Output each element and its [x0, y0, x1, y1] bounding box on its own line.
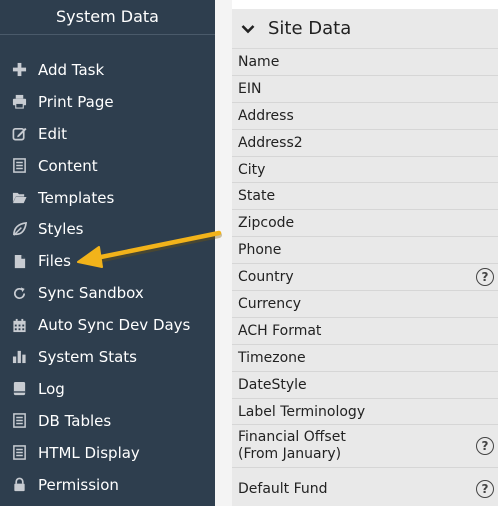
sidebar-item-print-page[interactable]: Print Page [0, 86, 215, 118]
field-label: ACH Format [238, 322, 322, 339]
field-label: Address2 [238, 134, 303, 151]
sidebar-item-permission[interactable]: Permission [0, 469, 215, 501]
field-label: Timezone [238, 349, 306, 366]
sidebar-item-html-display[interactable]: HTML Display [0, 437, 215, 469]
field-row-address2: Address2 [232, 130, 498, 157]
document-list-icon [11, 445, 27, 461]
field-row-ein: EIN [232, 76, 498, 103]
sidebar-item-label: Add Task [38, 60, 105, 79]
panel-header[interactable]: Site Data [232, 9, 498, 49]
sidebar-item-files[interactable]: Files [0, 245, 215, 277]
sidebar-item-label: HTML Display [38, 443, 140, 462]
chevron-down-icon [241, 24, 255, 33]
printer-icon [11, 94, 27, 110]
field-row-country: Country ? [232, 264, 498, 292]
sidebar-item-label: DB Tables [38, 411, 112, 430]
field-label: Zipcode [238, 215, 295, 232]
sidebar-item-label: Content [38, 156, 98, 175]
sidebar-item-label: Sync Sandbox [38, 284, 144, 303]
file-icon [11, 253, 27, 269]
document-list-icon [11, 413, 27, 429]
folder-open-icon [11, 190, 27, 206]
field-label: Currency [238, 295, 302, 312]
field-row-financial-offset: Financial Offset (From January) ? [232, 425, 498, 469]
sidebar-item-log[interactable]: Log [0, 373, 215, 405]
site-data-panel: Site Data Name EIN Address Address2 City… [232, 9, 498, 506]
sidebar-item-db-tables[interactable]: DB Tables [0, 405, 215, 437]
sidebar-item-label: Print Page [38, 92, 114, 111]
help-icon[interactable]: ? [476, 268, 494, 287]
sidebar-item-sync-sandbox[interactable]: Sync Sandbox [0, 277, 215, 309]
document-list-icon [11, 158, 27, 174]
field-row-zipcode: Zipcode [232, 210, 498, 238]
field-label: Label Terminology [238, 403, 366, 420]
help-icon[interactable]: ? [476, 480, 494, 499]
field-row-name: Name [232, 49, 498, 76]
field-row-state: State [232, 183, 498, 211]
field-label: Default Fund [238, 481, 328, 498]
field-label: Financial Offset (From January) [238, 429, 346, 463]
sidebar-item-label: Templates [38, 188, 115, 207]
field-row-ach-format: ACH Format [232, 318, 498, 345]
sidebar-item-styles[interactable]: Styles [0, 213, 215, 245]
leaf-icon [11, 221, 27, 237]
field-row-timezone: Timezone [232, 345, 498, 372]
sidebar-item-edit[interactable]: Edit [0, 118, 215, 150]
field-row-default-fund: Default Fund ? [232, 468, 498, 506]
field-label: Name [238, 53, 280, 70]
field-label: EIN [238, 80, 262, 97]
field-label: Phone [238, 242, 282, 259]
sidebar-item-templates[interactable]: Templates [0, 182, 215, 214]
sidebar-item-label: Auto Sync Dev Days [38, 316, 191, 335]
sidebar-item-auto-sync-dev-days[interactable]: Auto Sync Dev Days [0, 309, 215, 341]
field-label: City [238, 161, 266, 178]
sidebar-menu: Add Task Print Page Edit Content Templat [0, 54, 215, 500]
sidebar-item-add-task[interactable]: Add Task [0, 54, 215, 86]
field-row-currency: Currency [232, 291, 498, 318]
sidebar-item-label: Permission [38, 475, 119, 494]
field-row-datestyle: DateStyle [232, 372, 498, 399]
bar-chart-icon [11, 349, 27, 365]
sidebar-item-content[interactable]: Content [0, 150, 215, 182]
edit-icon [11, 126, 27, 142]
lock-icon [11, 477, 27, 493]
field-row-city: City [232, 157, 498, 184]
field-label: State [238, 188, 276, 205]
sidebar-item-label: System Stats [38, 347, 137, 366]
sidebar-item-label: Log [38, 379, 65, 398]
sidebar: System Data Add Task Print Page Edit Con… [0, 0, 215, 506]
field-label: Address [238, 107, 294, 124]
help-icon[interactable]: ? [476, 437, 494, 456]
field-label: Country [238, 269, 294, 286]
gutter [215, 0, 232, 506]
calendar-icon [11, 317, 27, 333]
refresh-icon [11, 285, 27, 301]
sidebar-item-label: Edit [38, 124, 68, 143]
sidebar-item-label: Styles [38, 220, 84, 239]
book-icon [11, 381, 27, 397]
field-label: DateStyle [238, 376, 307, 393]
sidebar-item-system-stats[interactable]: System Stats [0, 341, 215, 373]
panel-title: Site Data [268, 18, 352, 39]
sidebar-title: System Data [0, 0, 215, 35]
field-row-address: Address [232, 103, 498, 130]
sidebar-item-label: Files [38, 252, 71, 271]
plus-icon [11, 62, 27, 78]
field-row-label-terminology: Label Terminology [232, 399, 498, 426]
field-row-phone: Phone [232, 237, 498, 265]
